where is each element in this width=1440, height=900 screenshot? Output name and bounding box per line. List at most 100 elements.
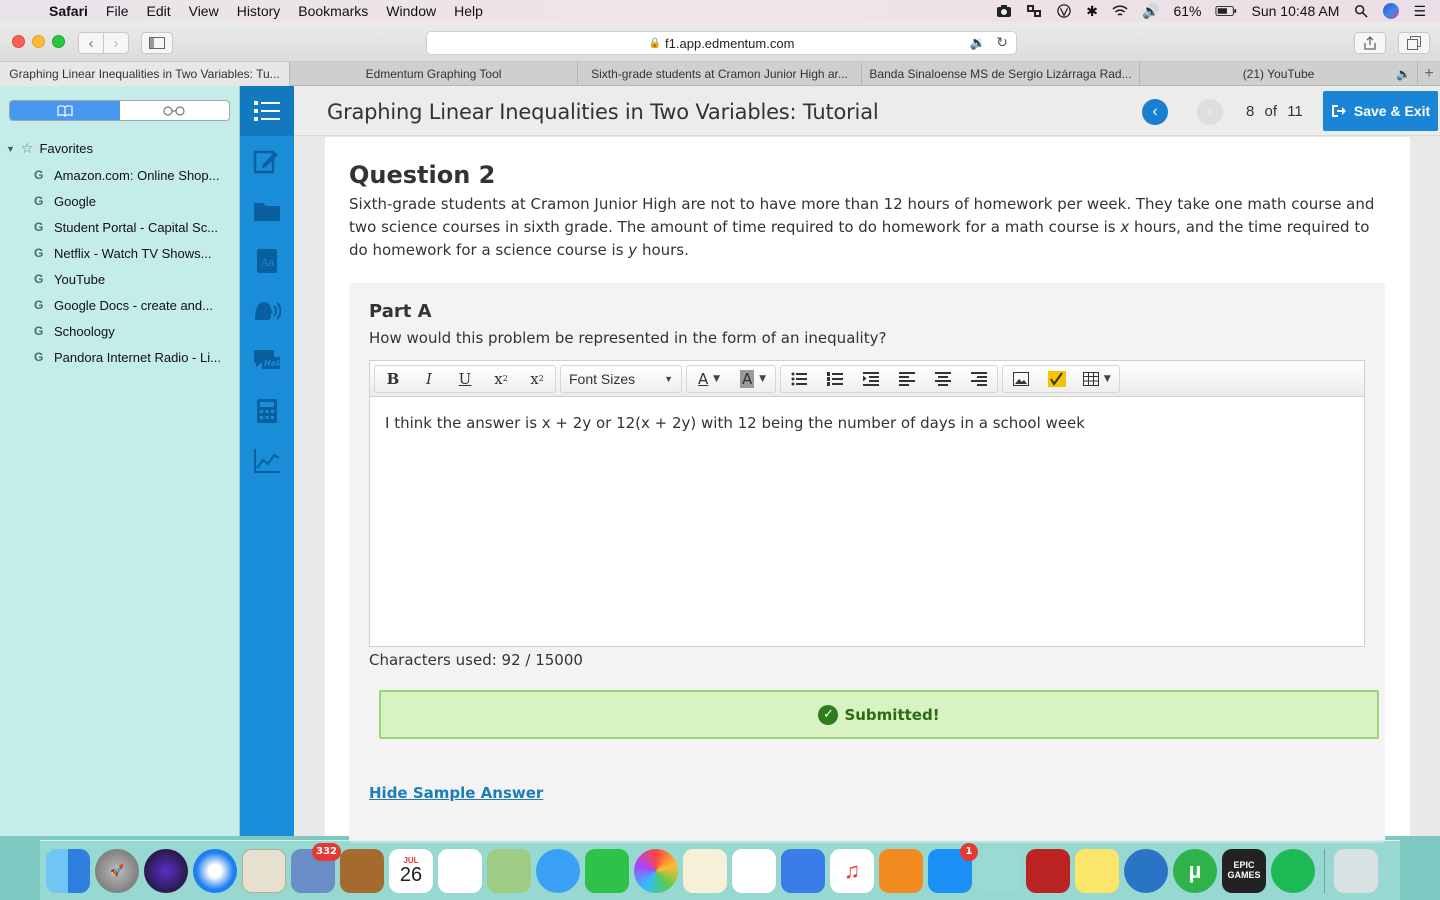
clock[interactable]: Sun 10:48 AM: [1251, 3, 1339, 19]
disclosure-triangle-icon[interactable]: ▼: [6, 144, 15, 154]
keynote-dock-icon[interactable]: [781, 848, 825, 893]
maps-dock-icon[interactable]: [487, 848, 531, 893]
tab-graphing-tutorial[interactable]: Graphing Linear Inequalities in Two Vari…: [0, 62, 290, 86]
tab-graphing-tool[interactable]: Edmentum Graphing Tool: [290, 62, 578, 86]
messages-dock-icon[interactable]: [536, 848, 580, 893]
equation-button[interactable]: [1039, 366, 1075, 392]
lesson-menu-button[interactable]: [240, 86, 294, 136]
notes-draw-dock-icon[interactable]: [683, 848, 727, 893]
indent-button[interactable]: [853, 366, 889, 392]
tab-sixth-grade-question[interactable]: Sixth-grade students at Cramon Junior Hi…: [578, 62, 862, 86]
align-left-button[interactable]: [889, 366, 925, 392]
bullet-list-button[interactable]: [781, 366, 817, 392]
back-button[interactable]: ‹: [78, 32, 104, 54]
utorrent-dock-icon[interactable]: µ: [1173, 848, 1217, 893]
itunes-dock-icon[interactable]: ♫: [830, 848, 874, 893]
favorites-folder[interactable]: ▼ ☆ Favorites: [6, 140, 93, 157]
audio-playing-icon[interactable]: 🔉: [970, 35, 986, 51]
font-size-select[interactable]: Font Sizes ▼: [560, 364, 682, 393]
tab-overview-button[interactable]: [1398, 32, 1430, 54]
new-tab-button[interactable]: +: [1418, 62, 1440, 85]
superscript-button[interactable]: x2: [483, 366, 519, 392]
previous-page-button[interactable]: ‹: [1142, 99, 1168, 125]
sidebar-toggle-button[interactable]: [141, 32, 173, 54]
camera-icon[interactable]: [996, 4, 1012, 18]
bookmark-item[interactable]: G Google Docs - create and...: [34, 292, 221, 318]
menu-bookmarks[interactable]: Bookmarks: [289, 3, 377, 19]
siri-dock-icon[interactable]: [144, 848, 188, 893]
translate-button[interactable]: Hola: [240, 336, 294, 386]
graphing-tool-button[interactable]: [240, 436, 294, 486]
contacts-dock-icon[interactable]: [340, 848, 384, 893]
calendar-dock-icon[interactable]: JUL 26: [389, 848, 433, 893]
align-right-button[interactable]: [961, 366, 997, 392]
bookmark-item[interactable]: G Schoology: [34, 318, 221, 344]
spotify-dock-icon[interactable]: [1271, 848, 1315, 893]
bookmark-item[interactable]: G Netflix - Watch TV Shows...: [34, 240, 221, 266]
reading-list-tab[interactable]: [120, 101, 230, 120]
menu-app-safari[interactable]: Safari: [40, 3, 97, 19]
hide-sample-answer-link[interactable]: Hide Sample Answer: [369, 784, 543, 802]
bluetooth-icon[interactable]: ✱: [1086, 3, 1098, 20]
window-close-button[interactable]: [12, 35, 25, 48]
app-store-dock-icon[interactable]: 1: [928, 842, 978, 893]
ibooks-dock-icon[interactable]: [879, 848, 923, 893]
italic-button[interactable]: I: [411, 366, 447, 392]
menu-help[interactable]: Help: [445, 3, 492, 19]
bookmark-item[interactable]: G YouTube: [34, 266, 221, 292]
wifi-icon[interactable]: [1112, 4, 1128, 18]
subscript-button[interactable]: x2: [519, 366, 555, 392]
tab-youtube[interactable]: (21) YouTube 🔉: [1140, 62, 1418, 86]
calculator-button[interactable]: [240, 386, 294, 436]
bold-button[interactable]: B: [375, 366, 411, 392]
numbers-dock-icon[interactable]: [732, 848, 776, 893]
tab-audio-icon[interactable]: 🔉: [1396, 67, 1411, 81]
numbered-list-button[interactable]: [817, 366, 853, 392]
epic-games-dock-icon[interactable]: EPIC GAMES: [1222, 848, 1266, 893]
finder-icon[interactable]: [46, 848, 90, 893]
underline-button[interactable]: U: [447, 366, 483, 392]
safari-dock-icon[interactable]: [193, 848, 237, 893]
text-to-speech-button[interactable]: [240, 286, 294, 336]
launchpad-icon[interactable]: 🚀: [95, 848, 139, 893]
notification-center-icon[interactable]: ☰: [1413, 3, 1426, 20]
reminders-dock-icon[interactable]: [438, 848, 482, 893]
siri-icon[interactable]: [1383, 3, 1400, 19]
screenshot-dock-icon[interactable]: [1124, 848, 1168, 893]
notes-button[interactable]: [240, 136, 294, 186]
volume-icon[interactable]: 🔊: [1142, 3, 1159, 20]
insert-table-button[interactable]: ▼: [1075, 366, 1119, 392]
facetime-dock-icon[interactable]: [585, 848, 629, 893]
reload-icon[interactable]: ↻: [996, 34, 1008, 51]
highlight-color-button[interactable]: A ▼: [731, 366, 775, 392]
calculator-dock-icon[interactable]: [242, 848, 286, 893]
battery-percent[interactable]: 61%: [1173, 3, 1201, 19]
window-zoom-button[interactable]: [52, 35, 65, 48]
resources-button[interactable]: [240, 186, 294, 236]
menu-edit[interactable]: Edit: [137, 3, 179, 19]
align-center-button[interactable]: [925, 366, 961, 392]
trash-dock-icon[interactable]: [1334, 848, 1378, 893]
menu-view[interactable]: View: [180, 3, 228, 19]
next-page-button[interactable]: ›: [1197, 99, 1223, 125]
menu-history[interactable]: History: [228, 3, 290, 19]
bookmark-item[interactable]: G Student Portal - Capital Sc...: [34, 214, 221, 240]
screen-tool-icon[interactable]: [1026, 4, 1042, 18]
share-button[interactable]: [1354, 32, 1386, 54]
spotlight-search-icon[interactable]: [1353, 4, 1369, 18]
vpn-icon[interactable]: [1056, 4, 1072, 18]
photo-booth-dock-icon[interactable]: [1026, 848, 1070, 893]
bookmark-item[interactable]: G Pandora Internet Radio - Li...: [34, 344, 221, 370]
mail-dock-icon[interactable]: 332: [291, 842, 341, 893]
answer-text-area[interactable]: I think the answer is x + 2y or 12(x + 2…: [370, 397, 1364, 449]
photos-dock-icon[interactable]: [634, 848, 678, 893]
stickies-dock-icon[interactable]: [1075, 848, 1119, 893]
dictionary-button[interactable]: Aa: [240, 236, 294, 286]
text-color-button[interactable]: A ▼: [687, 366, 731, 392]
bookmarks-tab[interactable]: [10, 101, 120, 120]
insert-image-button[interactable]: [1003, 366, 1039, 392]
tab-banda-sinaloense[interactable]: Banda Sinaloense MS de Sergio Lizárraga …: [862, 62, 1140, 86]
address-bar[interactable]: 🔒 f1.app.edmentum.com 🔉 ↻: [426, 31, 1017, 55]
menu-file[interactable]: File: [97, 3, 138, 19]
preview-dock-icon[interactable]: [977, 848, 1021, 893]
